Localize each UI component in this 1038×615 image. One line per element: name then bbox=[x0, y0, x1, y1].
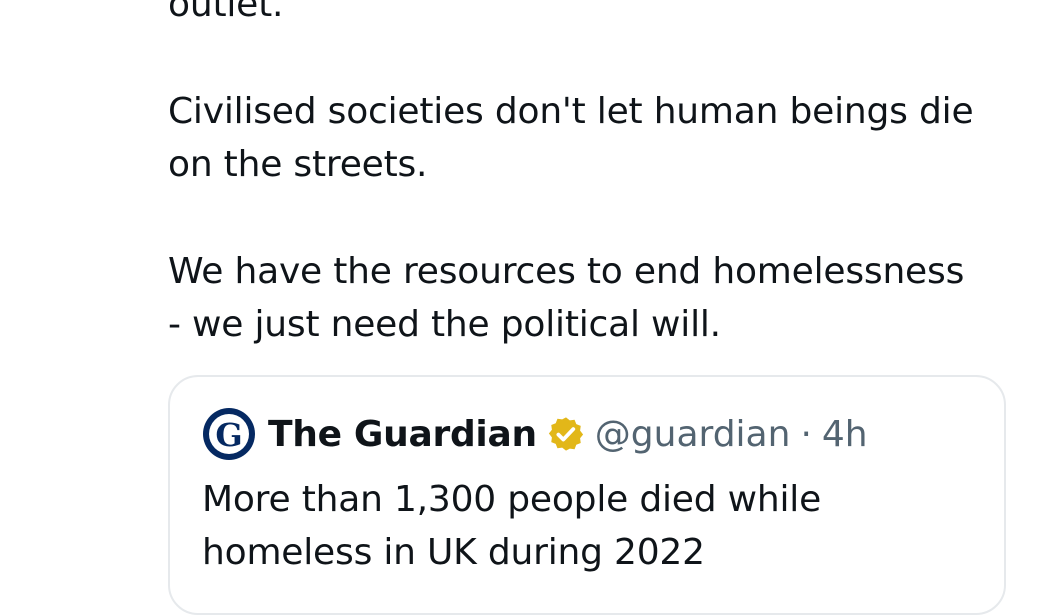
quoted-tweet-header: G The Guardian @guardian · 4h bbox=[202, 407, 868, 461]
quoted-tweet-card[interactable]: G The Guardian @guardian · 4h More than … bbox=[168, 375, 1006, 615]
tweet-paragraph: We have the resources to end homelessnes… bbox=[168, 251, 965, 345]
tweet-body: outlet. Civilised societies don't let hu… bbox=[168, 0, 1018, 351]
quoted-tweet-time[interactable]: 4h bbox=[822, 414, 868, 455]
quoted-author-name[interactable]: The Guardian bbox=[268, 414, 537, 455]
tweet-paragraph: Civilised societies don't let human bein… bbox=[168, 91, 974, 185]
avatar-letter: G bbox=[215, 416, 242, 454]
separator-dot: · bbox=[800, 413, 812, 455]
tweet-paragraph: outlet. bbox=[168, 0, 284, 25]
quoted-author-handle[interactable]: @guardian bbox=[595, 414, 791, 455]
guardian-avatar[interactable]: G bbox=[202, 407, 256, 461]
quoted-tweet-text: More than 1,300 people died while homele… bbox=[202, 479, 822, 573]
verified-badge-icon bbox=[548, 417, 583, 451]
